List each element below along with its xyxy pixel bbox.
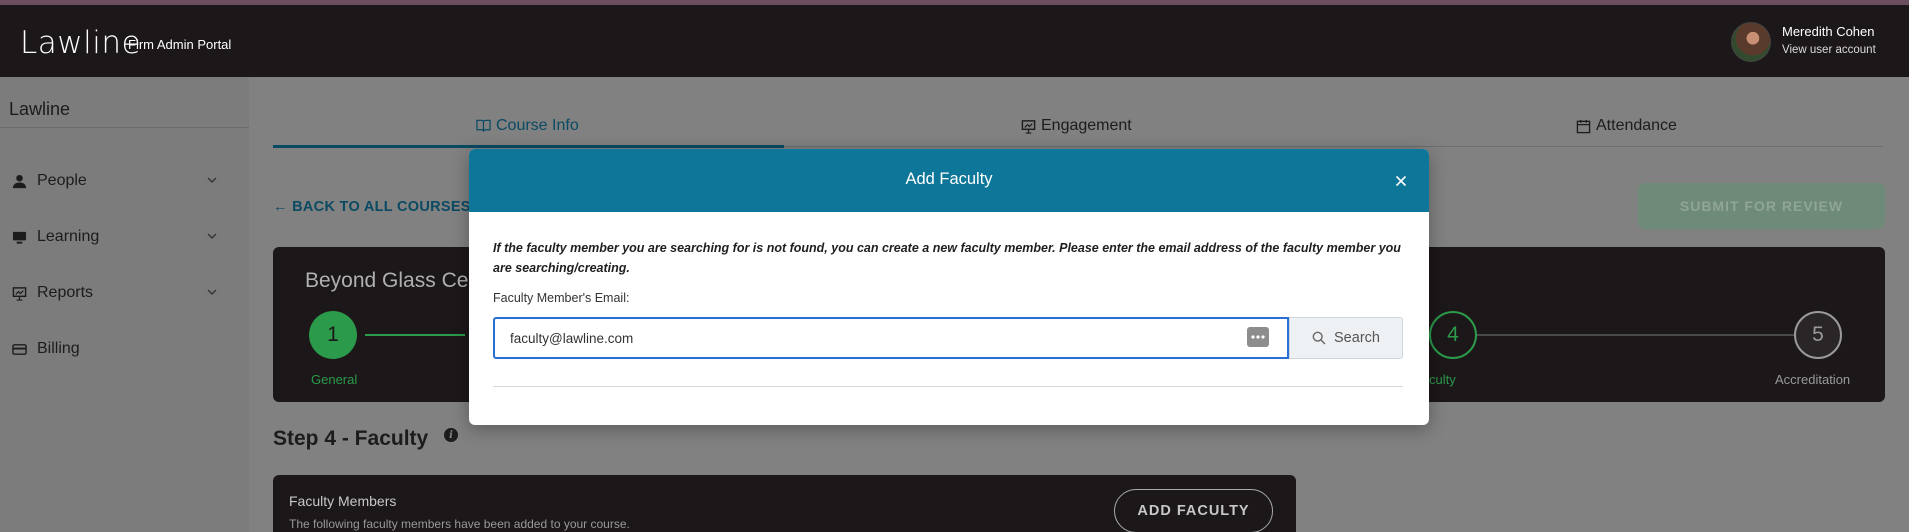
modal-title: Add Faculty — [905, 170, 993, 188]
add-faculty-modal: Add Faculty If the faculty member you ar… — [469, 149, 1429, 425]
tab-attendance[interactable]: Attendance — [1576, 117, 1677, 135]
step-5-label: Accreditation — [1775, 372, 1851, 387]
monitor-icon — [12, 231, 27, 244]
back-to-courses-link[interactable]: ← BACK TO ALL COURSES — [273, 199, 471, 215]
sidebar-item-billing[interactable]: Billing — [0, 330, 249, 370]
portal-label: Firm Admin Portal — [128, 37, 232, 52]
view-user-account-link[interactable]: View user account — [1782, 44, 1876, 56]
tab-label: Attendance — [1596, 117, 1677, 134]
sidebar-item-label: People — [37, 172, 87, 189]
credit-card-icon — [12, 344, 27, 355]
step-5-circle[interactable]: 5 — [1794, 311, 1842, 359]
step-1-label: General — [311, 372, 358, 387]
presentation-icon — [12, 287, 27, 301]
faculty-email-input[interactable] — [493, 317, 1289, 359]
sidebar-item-label: Reports — [37, 284, 94, 301]
step-heading: Step 4 - Faculty — [273, 427, 429, 450]
book-icon — [476, 119, 491, 132]
app-header: Lawline Firm Admin Portal Meredith Cohen… — [0, 5, 1909, 77]
step-connector — [1476, 334, 1798, 336]
sidebar-title: Lawline — [9, 99, 71, 119]
modal-instructions: If the faculty member you are searching … — [493, 241, 1401, 275]
user-avatar[interactable] — [1731, 22, 1771, 62]
sidebar-item-people[interactable]: People — [0, 162, 249, 202]
search-button[interactable]: Search — [1289, 317, 1403, 359]
calendar-icon — [1576, 119, 1591, 133]
lawline-logo[interactable]: Lawline — [20, 25, 141, 61]
faculty-card-description: The following faculty members have been … — [289, 517, 630, 531]
info-icon[interactable]: i — [444, 428, 458, 442]
close-icon[interactable] — [1393, 173, 1409, 189]
arrow-left-icon: ← — [273, 199, 293, 215]
sidebar-item-learning[interactable]: Learning — [0, 218, 249, 258]
step-1-circle[interactable]: 1 — [309, 311, 357, 359]
chevron-down-icon — [207, 177, 217, 183]
email-field-label: Faculty Member's Email: — [493, 291, 630, 305]
sidebar-item-label: Billing — [37, 340, 80, 357]
sidebar-item-label: Learning — [37, 228, 100, 245]
course-title: Beyond Glass Ce — [305, 269, 469, 292]
add-faculty-button[interactable]: ADD FACULTY — [1114, 489, 1273, 532]
password-manager-icon[interactable] — [1247, 327, 1269, 347]
presentation-icon — [1021, 119, 1036, 134]
faculty-card-title: Faculty Members — [289, 493, 397, 509]
modal-divider — [493, 386, 1403, 387]
chevron-down-icon — [207, 289, 217, 295]
tab-label: Course Info — [496, 117, 579, 134]
back-link-label: BACK TO ALL COURSES — [292, 199, 471, 215]
step-4-circle[interactable]: 4 — [1429, 311, 1477, 359]
sidebar-divider — [0, 127, 249, 128]
submit-for-review-button[interactable]: SUBMIT FOR REVIEW — [1638, 183, 1885, 229]
modal-header: Add Faculty — [469, 149, 1429, 212]
tab-engagement[interactable]: Engagement — [1021, 117, 1132, 135]
tab-active-indicator — [273, 145, 784, 148]
step-connector — [365, 334, 465, 336]
sidebar-item-reports[interactable]: Reports — [0, 274, 249, 314]
search-icon — [1312, 331, 1326, 345]
sidebar: Lawline People Learning Reports Billing — [0, 77, 249, 532]
tab-course-info[interactable]: Course Info — [476, 117, 579, 135]
user-name[interactable]: Meredith Cohen — [1782, 24, 1875, 39]
person-icon — [12, 174, 27, 189]
chevron-down-icon — [207, 233, 217, 239]
step-4-label: culty — [1429, 372, 1456, 387]
faculty-members-card: Faculty Members The following faculty me… — [273, 475, 1296, 532]
tab-label: Engagement — [1041, 117, 1132, 134]
search-button-label: Search — [1334, 330, 1380, 346]
